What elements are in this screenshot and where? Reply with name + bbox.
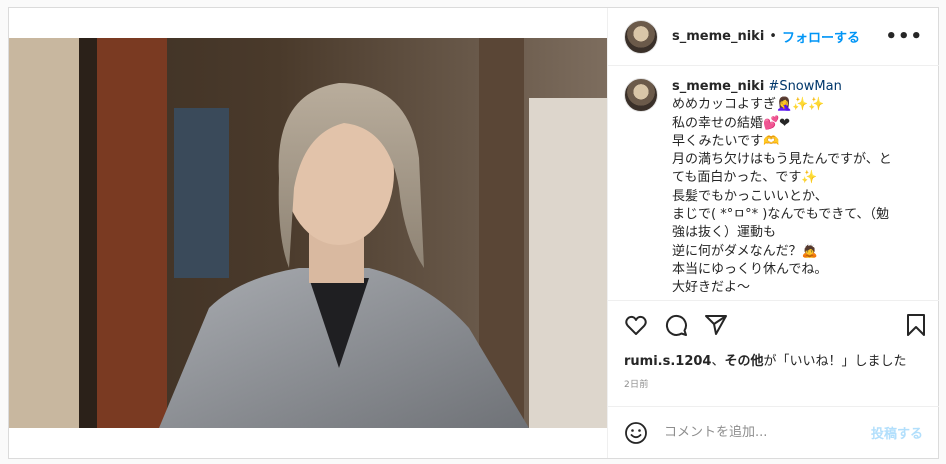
caption-line: ても面白かった、です✨ [672, 170, 818, 186]
post-photo[interactable] [9, 38, 607, 428]
comment-bar: 投稿する [608, 406, 939, 458]
header-username[interactable]: s_meme_niki [672, 29, 764, 44]
caption-line: 私の幸せの結婚💕❤ [672, 115, 791, 131]
caption-line: 大好きだよ〜 [672, 280, 751, 296]
avatar[interactable] [624, 19, 658, 54]
caption-username[interactable]: s_meme_niki [672, 79, 764, 94]
likes-summary: rumi.s.1204、その他が「いいね！」しました [624, 350, 907, 369]
paper-plane-icon[interactable] [704, 313, 728, 337]
caption-line: 月の満ち欠けはもう見たんですが、と [672, 152, 892, 168]
instagram-post: s_meme_niki • フォローする ••• s_meme_niki #Sn… [8, 7, 939, 459]
caption-line: 強は抜く）運動も [672, 225, 777, 241]
speech-bubble-icon[interactable] [664, 313, 688, 337]
caption-hashtag[interactable]: #SnowMan [768, 79, 841, 94]
heart-icon[interactable] [624, 313, 648, 337]
caption-line: 早くみたいです🫶 [672, 133, 780, 149]
likes-comma: 、 [711, 354, 725, 369]
separator-dot: • [769, 29, 777, 44]
likes-user[interactable]: rumi.s.1204 [624, 354, 711, 369]
caption-line: めめカッコよすぎ🤦‍♀️✨✨ [672, 97, 825, 113]
caption-line: まじで( *°ㅁ°* )なんでもできて、（勉 [672, 207, 890, 223]
caption-line: 逆に何がダメなんだ？🙇 [672, 243, 818, 259]
post-timestamp[interactable]: 2日前 [624, 377, 649, 390]
post-comment-button[interactable]: 投稿する [871, 423, 923, 442]
follow-button[interactable]: フォローする [782, 27, 860, 46]
caption: s_meme_niki #SnowMan めめカッコよすぎ🤦‍♀️✨✨ 私の幸せ… [608, 66, 939, 300]
more-options-icon[interactable]: ••• [885, 26, 923, 47]
likes-others[interactable]: その他 [724, 354, 763, 369]
likes-suffix: が「いいね！」しました [763, 354, 907, 369]
post-side-panel: s_meme_niki • フォローする ••• s_meme_niki #Sn… [607, 8, 939, 458]
post-header: s_meme_niki • フォローする ••• [608, 8, 939, 66]
caption-avatar[interactable] [624, 78, 658, 112]
caption-body: s_meme_niki #SnowMan めめカッコよすぎ🤦‍♀️✨✨ 私の幸せ… [672, 78, 892, 300]
post-photo-image [9, 38, 607, 428]
bookmark-icon[interactable] [904, 313, 928, 337]
comment-input[interactable] [662, 424, 871, 441]
smiley-icon[interactable] [624, 421, 648, 445]
post-media [9, 8, 607, 458]
caption-line: 本当にゆっくり休んでね。 [672, 261, 828, 277]
action-bar [608, 300, 939, 341]
caption-line: 長髪でもかっこいいとか、 [672, 188, 828, 204]
